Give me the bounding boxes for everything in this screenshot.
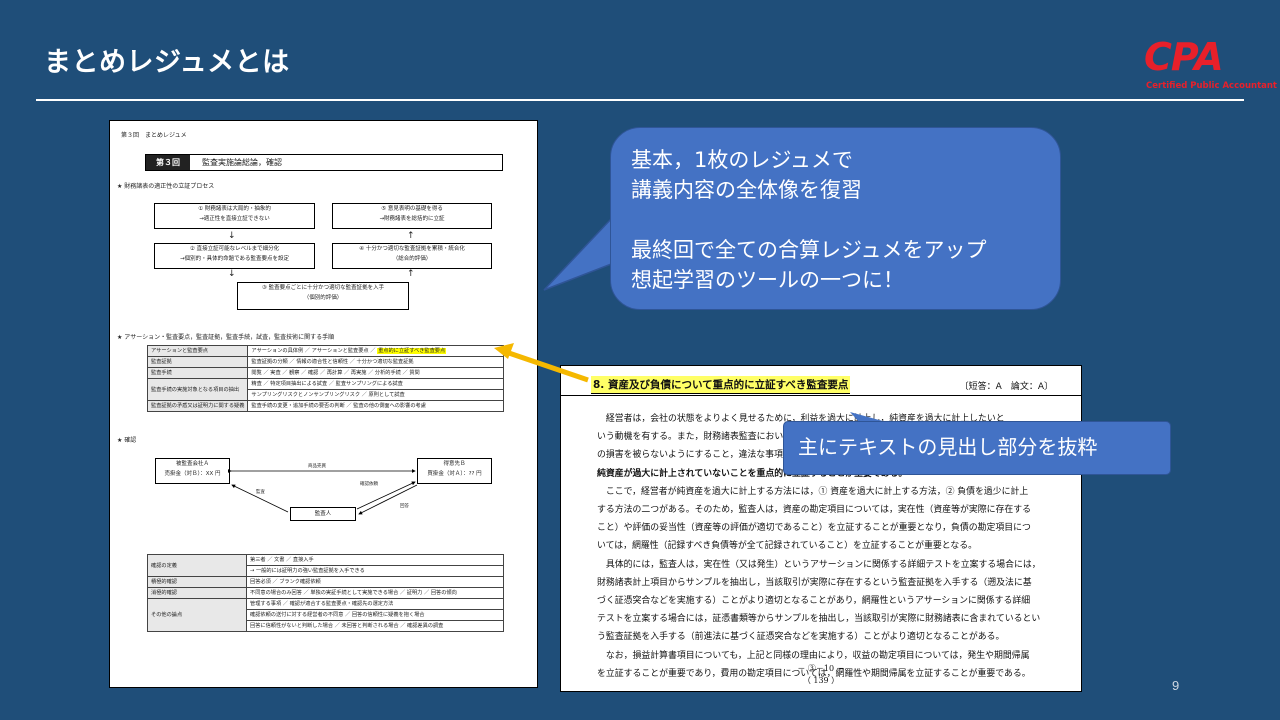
page-footer: － ③－10 － <box>797 664 845 673</box>
arrow-label: 監査 <box>256 490 265 495</box>
textbook-heading: 8. 資産及び負債について重点的に立証すべき監査要点 <box>591 376 851 394</box>
arrow-label: 商品売買 <box>308 464 326 469</box>
title-underline <box>36 99 1244 101</box>
cpa-logo: CPA Certified Public Accountant <box>1144 35 1277 97</box>
table-row: 積極的確認 回答必須 ／ ブランク確認依頼 <box>147 576 504 588</box>
heading-rule <box>561 395 1081 396</box>
summary-resume-image: 第３回 まとめレジュメ 第３回 監査実施論総論，確認 ★ 財務諸表の適正性の立証… <box>109 120 538 688</box>
confirmation-table: 確認の定義 第三者 ／ 文書 ／ 直接入手 → 一般的には証明力の強い監査証拠を入… <box>147 554 504 632</box>
textbook-page-image: 8. 資産及び負債について重点的に立証すべき監査要点 〔短答：A 論文：A〕 経… <box>560 365 1082 692</box>
summary-callout: 基本，1枚のレジュメで 講義内容の全体像を復習 最終回で全ての合算レジュメをアッ… <box>610 127 1061 310</box>
arrow-label: 確認依頼 <box>360 482 378 487</box>
confirmation-arrows <box>227 469 418 515</box>
logo-text: CPA <box>1144 35 1224 79</box>
page-number: 9 <box>1172 678 1180 693</box>
table-row: その他の論点 管理する事項 ／ 確認が適合する監査要点・確認先の選定方法 <box>147 598 504 632</box>
exam-tag: 〔短答：A 論文：A〕 <box>959 382 1053 392</box>
table-row: 確認の定義 第三者 ／ 文書 ／ 直接入手 <box>147 554 504 577</box>
slide-title: まとめレジュメとは <box>44 47 290 78</box>
logo-subtitle: Certified Public Accountant <box>1146 81 1277 91</box>
table-row: 消極的確認 不同意の場合のみ回答 ／ 単独の実証手続として実施できる場合 ／ 証明… <box>147 587 504 599</box>
page-number-footer: （ 139 ） <box>802 676 840 685</box>
heading-extract-callout: 主にテキストの見出し部分を抜粋 <box>783 421 1171 475</box>
arrow-label: 回答 <box>400 504 409 509</box>
